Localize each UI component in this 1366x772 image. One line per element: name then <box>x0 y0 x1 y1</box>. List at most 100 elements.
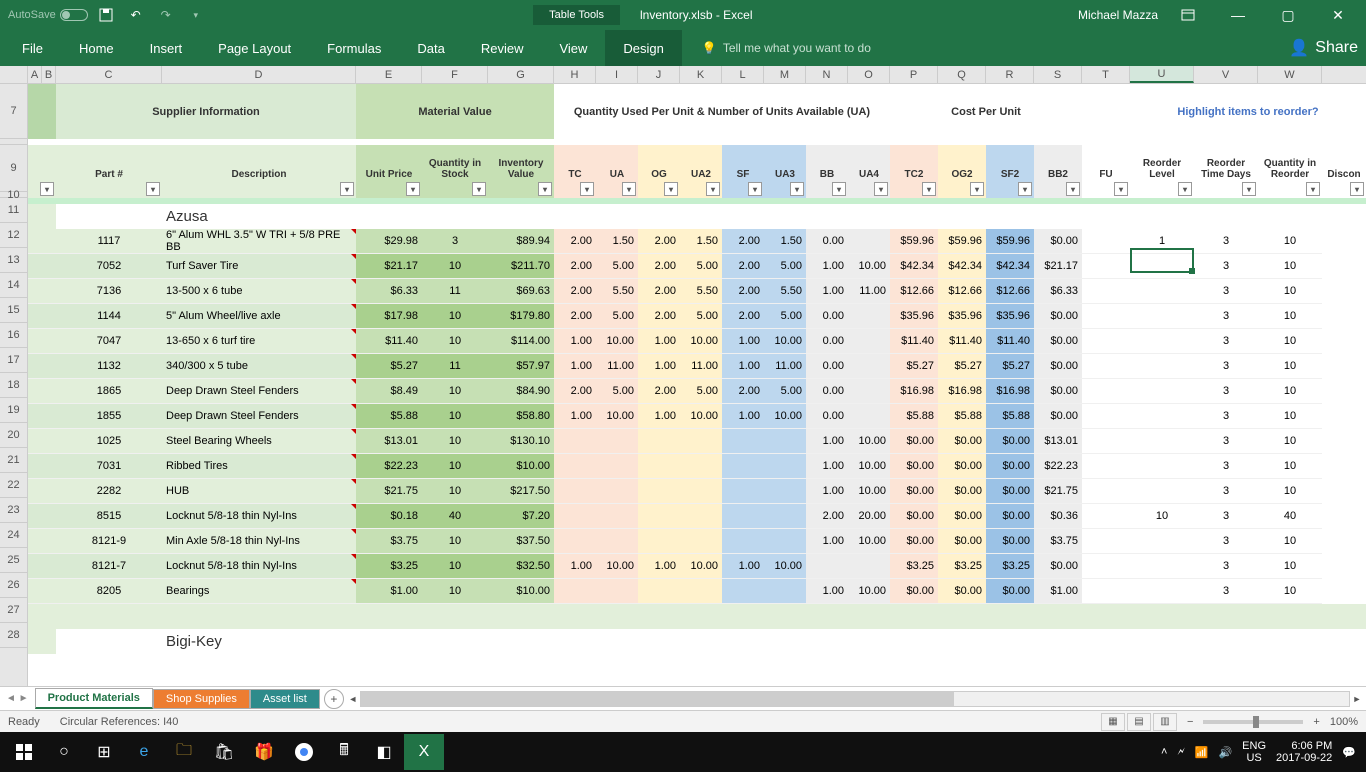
cell[interactable] <box>722 579 764 604</box>
cell[interactable]: 1865 <box>56 379 162 404</box>
cell[interactable]: $42.34 <box>986 254 1034 279</box>
cell[interactable]: 1.00 <box>806 579 848 604</box>
header-material[interactable]: Material Value <box>356 84 554 139</box>
cell[interactable]: $0.36 <box>1034 504 1082 529</box>
app-icon[interactable]: 🎁 <box>244 734 284 770</box>
cell[interactable]: $130.10 <box>488 429 554 454</box>
supplier-group-title[interactable]: Bigi-Key <box>162 629 356 654</box>
cell[interactable]: $22.23 <box>356 454 422 479</box>
cell[interactable]: Deep Drawn Steel Fenders <box>162 379 356 404</box>
tray-battery-icon[interactable]: 🗲 <box>1177 746 1184 759</box>
cell[interactable] <box>1082 454 1130 479</box>
cell[interactable] <box>554 479 596 504</box>
zoom-level[interactable]: 100% <box>1330 716 1358 728</box>
filter-dropdown-icon[interactable] <box>874 182 888 196</box>
cell[interactable]: 5.50 <box>680 279 722 304</box>
row-header[interactable]: 7 <box>0 84 27 139</box>
row-header[interactable]: 20 <box>0 423 27 448</box>
column-subheader[interactable]: UA2 <box>680 145 722 198</box>
column-header[interactable]: O <box>848 66 890 83</box>
cell[interactable]: 3 <box>1194 254 1258 279</box>
cell[interactable]: Ribbed Tires <box>162 454 356 479</box>
cell[interactable]: Steel Bearing Wheels <box>162 429 356 454</box>
cell[interactable]: 10 <box>1258 554 1322 579</box>
row-header[interactable]: 18 <box>0 373 27 398</box>
cell[interactable]: 3 <box>1194 579 1258 604</box>
cell[interactable]: 1 <box>1130 229 1194 254</box>
cell[interactable]: 10 <box>422 529 488 554</box>
cell[interactable]: $0.00 <box>986 479 1034 504</box>
cell[interactable]: 10.00 <box>848 454 890 479</box>
cell[interactable]: 3 <box>1194 229 1258 254</box>
cell[interactable]: $13.01 <box>356 429 422 454</box>
tray-chevron-icon[interactable]: ˄ <box>1161 746 1167 758</box>
cell[interactable]: 3 <box>1194 529 1258 554</box>
cell[interactable] <box>554 529 596 554</box>
cell[interactable]: $0.00 <box>938 579 986 604</box>
cell[interactable]: $5.27 <box>890 354 938 379</box>
cell[interactable]: Deep Drawn Steel Fenders <box>162 404 356 429</box>
ribbon-options-icon[interactable] <box>1168 1 1208 29</box>
cell[interactable]: 7136 <box>56 279 162 304</box>
cell[interactable]: 10.00 <box>596 554 638 579</box>
cell[interactable]: 3 <box>422 229 488 254</box>
cell[interactable] <box>1130 279 1194 304</box>
save-icon[interactable] <box>94 3 118 27</box>
column-header[interactable]: M <box>764 66 806 83</box>
cell[interactable]: $0.00 <box>1034 304 1082 329</box>
chrome-icon[interactable] <box>284 734 324 770</box>
cell[interactable] <box>554 504 596 529</box>
cell[interactable]: 11 <box>422 354 488 379</box>
cell[interactable]: 7047 <box>56 329 162 354</box>
column-header[interactable]: G <box>488 66 554 83</box>
cell[interactable] <box>1130 554 1194 579</box>
tray-volume-icon[interactable]: 🔊 <box>1218 746 1232 759</box>
row-header[interactable]: 26 <box>0 573 27 598</box>
cell[interactable] <box>680 529 722 554</box>
cell[interactable]: 5.00 <box>680 379 722 404</box>
cell[interactable]: 1.00 <box>554 404 596 429</box>
cell[interactable] <box>848 354 890 379</box>
column-subheader[interactable]: OG <box>638 145 680 198</box>
column-header[interactable]: S <box>1034 66 1082 83</box>
cell[interactable]: $0.00 <box>986 529 1034 554</box>
cell[interactable]: 5.00 <box>764 379 806 404</box>
column-subheader[interactable]: UA4 <box>848 145 890 198</box>
cell[interactable]: 1.00 <box>722 354 764 379</box>
cell[interactable]: 3 <box>1194 454 1258 479</box>
cell[interactable]: $3.75 <box>356 529 422 554</box>
column-subheader[interactable]: OG2 <box>938 145 986 198</box>
sheet-tab-asset-list[interactable]: Asset list <box>250 689 320 709</box>
cell[interactable]: $0.00 <box>938 429 986 454</box>
header-supplier[interactable]: Supplier Information <box>56 84 356 139</box>
cell[interactable]: $16.98 <box>986 379 1034 404</box>
cell[interactable]: $57.97 <box>488 354 554 379</box>
cell[interactable]: 5.00 <box>596 379 638 404</box>
cell[interactable]: $89.94 <box>488 229 554 254</box>
cell[interactable]: $10.00 <box>488 579 554 604</box>
cell[interactable] <box>28 379 56 404</box>
cell[interactable]: 10 <box>1258 529 1322 554</box>
cell[interactable]: 1.00 <box>554 329 596 354</box>
cell[interactable]: $21.75 <box>1034 479 1082 504</box>
cell[interactable] <box>722 479 764 504</box>
column-header[interactable]: D <box>162 66 356 83</box>
cell[interactable]: $6.33 <box>1034 279 1082 304</box>
row-header[interactable]: 14 <box>0 273 27 298</box>
cell[interactable]: $37.50 <box>488 529 554 554</box>
row-header[interactable]: 27 <box>0 598 27 623</box>
cell[interactable]: 2.00 <box>722 254 764 279</box>
store-icon[interactable]: 🛍 <box>204 734 244 770</box>
column-header[interactable]: H <box>554 66 596 83</box>
cell[interactable]: 340/300 x 5 tube <box>162 354 356 379</box>
cell[interactable]: 8515 <box>56 504 162 529</box>
cell[interactable]: $12.66 <box>938 279 986 304</box>
cell[interactable]: 5.00 <box>680 254 722 279</box>
tab-review[interactable]: Review <box>463 30 542 66</box>
cell[interactable] <box>638 429 680 454</box>
cell[interactable]: Turf Saver Tire <box>162 254 356 279</box>
cell[interactable]: 2282 <box>56 479 162 504</box>
cell[interactable]: 10.00 <box>848 529 890 554</box>
column-header[interactable]: T <box>1082 66 1130 83</box>
cell[interactable]: 2.00 <box>554 229 596 254</box>
